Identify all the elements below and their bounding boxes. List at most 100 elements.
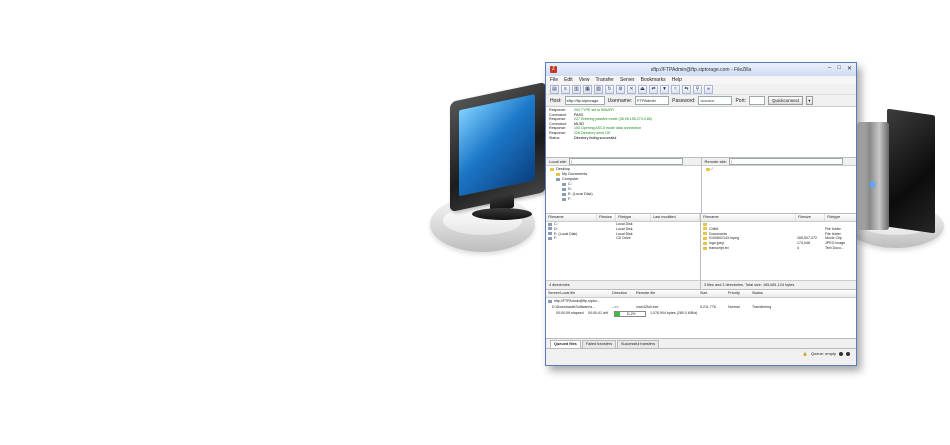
file-cell-text: Text Docu... bbox=[825, 245, 844, 250]
password-input[interactable]: •••••••••• bbox=[698, 96, 733, 105]
file-cell-text: CD Drive bbox=[616, 236, 631, 241]
file-cell-text: Local Disk bbox=[616, 226, 633, 231]
queue-column-header[interactable]: Priority bbox=[726, 290, 750, 297]
binoculars-icon[interactable]: ∞ bbox=[704, 84, 713, 94]
username-input[interactable]: FTPAdmin bbox=[635, 96, 670, 105]
drive-icon bbox=[562, 187, 566, 191]
menu-help[interactable]: Help bbox=[672, 77, 682, 83]
menu-file[interactable]: File bbox=[550, 77, 558, 83]
toggle-remote-tree-icon[interactable]: ▦ bbox=[583, 84, 592, 94]
minimize-button[interactable]: – bbox=[828, 65, 831, 72]
file-cell-text: File folder bbox=[825, 226, 841, 231]
elapsed-time: 00:00:09 elapsed bbox=[556, 311, 584, 315]
column-header[interactable]: Filename bbox=[701, 214, 796, 221]
client-computer-icon bbox=[450, 81, 550, 220]
file-cell-text: D: bbox=[554, 226, 558, 231]
menu-view[interactable]: View bbox=[579, 77, 590, 83]
filter-icon[interactable]: ▼ bbox=[660, 84, 669, 94]
file-row[interactable]: transcript.txt 4 Text Docu... bbox=[701, 245, 856, 251]
log-message: 227 Entering passive mode (38,95,155,274… bbox=[574, 117, 652, 122]
compare-icon[interactable]: ≈ bbox=[671, 84, 680, 94]
queue-column-header[interactable]: Direction bbox=[610, 290, 634, 297]
remote-file-list: Filename Filesize Filetype .. Chilfd File fo… bbox=[701, 214, 856, 289]
reconnect-icon[interactable]: ⇄ bbox=[649, 84, 658, 94]
search-icon[interactable]: ⚲ bbox=[693, 84, 702, 94]
file-icon bbox=[703, 246, 707, 250]
disconnect-icon[interactable]: ⏏ bbox=[638, 84, 647, 94]
file-cell-text: 165,507,372 bbox=[797, 236, 817, 241]
menu-server[interactable]: Server bbox=[620, 77, 635, 83]
menu-bookmarks[interactable]: Bookmarks bbox=[641, 77, 666, 83]
port-input[interactable] bbox=[749, 96, 766, 105]
local-site-input[interactable]: \ bbox=[569, 158, 684, 165]
maximize-button[interactable]: □ bbox=[837, 65, 841, 72]
tree-node-label: F: bbox=[568, 197, 572, 201]
message-log[interactable]: Response: 200 TYPE set to BINARY Command: P… bbox=[546, 107, 856, 158]
drive-icon bbox=[548, 222, 552, 226]
queue-progress-row: 00:00:09 elapsed 00:00:41 left 11.2% 1,0… bbox=[546, 310, 856, 317]
username-label: Username: bbox=[607, 97, 633, 104]
tree-node[interactable]: F: bbox=[550, 197, 697, 202]
remote-site-input[interactable]: / bbox=[728, 158, 843, 165]
column-header[interactable]: Filename bbox=[546, 214, 597, 221]
file-cell: F: bbox=[546, 236, 596, 241]
quickconnect-button[interactable]: Quickconnect bbox=[768, 96, 804, 105]
file-cell-text: E: (Local Disk) bbox=[554, 231, 578, 236]
file-cell-text: Documents bbox=[709, 231, 728, 236]
port-label: Port: bbox=[735, 97, 747, 104]
progress-percent: 11.2% bbox=[626, 312, 636, 316]
close-button[interactable]: ✕ bbox=[847, 65, 852, 72]
file-cell bbox=[648, 236, 696, 241]
folder-icon bbox=[550, 167, 554, 171]
queue-lock-icon: 🔒 bbox=[802, 351, 808, 356]
drive-icon bbox=[548, 227, 552, 231]
local-site-label: Local site: bbox=[549, 159, 568, 164]
queue-column-header[interactable]: Remote file bbox=[634, 290, 698, 297]
title-bar: Z sftp://FTPAdmin@ftp.siptorage.com - Fi… bbox=[546, 63, 856, 76]
host-input[interactable]: sftp://ftp.siptorage bbox=[564, 96, 605, 105]
queue-tabs: Queued files Failed transfers Successful… bbox=[546, 339, 856, 349]
time-left: 00:00:41 left bbox=[588, 311, 608, 315]
tab-queued-files[interactable]: Queued files bbox=[550, 340, 581, 348]
queue-status: Transferring bbox=[752, 305, 772, 309]
password-label: Password: bbox=[672, 97, 696, 104]
activity-indicator-icon bbox=[846, 351, 850, 356]
sync-browse-icon[interactable]: ⇆ bbox=[682, 84, 691, 94]
host-label: Host: bbox=[550, 97, 562, 104]
tab-failed-transfers[interactable]: Failed transfers bbox=[581, 340, 616, 348]
tree-node-label: E: (Local Disk) bbox=[568, 192, 593, 196]
log-label: Status: bbox=[549, 135, 561, 140]
column-header[interactable]: Filetype bbox=[616, 214, 651, 221]
queue-column-header[interactable]: Server/Local file bbox=[546, 290, 610, 297]
toggle-log-icon[interactable]: ≡ bbox=[561, 84, 570, 94]
toggle-tree-icon[interactable]: ▥ bbox=[572, 84, 581, 94]
process-queue-icon[interactable]: ⚙ bbox=[616, 84, 625, 94]
queue-column-header[interactable]: Size bbox=[698, 290, 726, 297]
queue-status-text: Queue: empty bbox=[810, 351, 836, 356]
file-cell-text: 4 bbox=[797, 245, 799, 250]
file-row[interactable]: F: CD Drive bbox=[546, 236, 700, 241]
file-cell-text: Movie Clip bbox=[825, 236, 842, 241]
file-cell-text: C: bbox=[554, 222, 558, 226]
refresh-icon[interactable]: ↻ bbox=[605, 84, 614, 94]
cancel-icon[interactable]: ✕ bbox=[627, 84, 636, 94]
column-header[interactable]: Last modified bbox=[651, 214, 700, 221]
column-header[interactable]: Filetype bbox=[825, 214, 856, 221]
queue-column-header[interactable]: Status bbox=[750, 290, 792, 297]
folder-icon bbox=[705, 167, 710, 171]
site-manager-icon[interactable]: ▤ bbox=[550, 84, 559, 94]
log-message: Directory listing successful bbox=[574, 135, 617, 140]
transfer-queue: Server/Local file Direction Remote file Siz… bbox=[546, 290, 856, 339]
window-title: sftp://FTPAdmin@ftp.siptorage.com - File… bbox=[650, 66, 752, 73]
menu-edit[interactable]: Edit bbox=[564, 77, 573, 83]
file-icon bbox=[703, 236, 707, 240]
transfer-progress-bar: 11.2% bbox=[614, 311, 646, 317]
menu-transfer[interactable]: Transfer bbox=[595, 77, 613, 83]
tree-node[interactable]: / bbox=[705, 167, 853, 172]
column-header[interactable]: Filesize bbox=[796, 214, 825, 221]
tab-successful-transfers[interactable]: Successful transfers bbox=[616, 340, 660, 348]
toggle-queue-icon[interactable]: ▧ bbox=[594, 84, 603, 94]
quickconnect-dropdown-icon[interactable]: ▾ bbox=[806, 96, 813, 105]
remote-site-label: Remote site: bbox=[704, 159, 727, 164]
column-header[interactable]: Filesize bbox=[597, 214, 616, 221]
